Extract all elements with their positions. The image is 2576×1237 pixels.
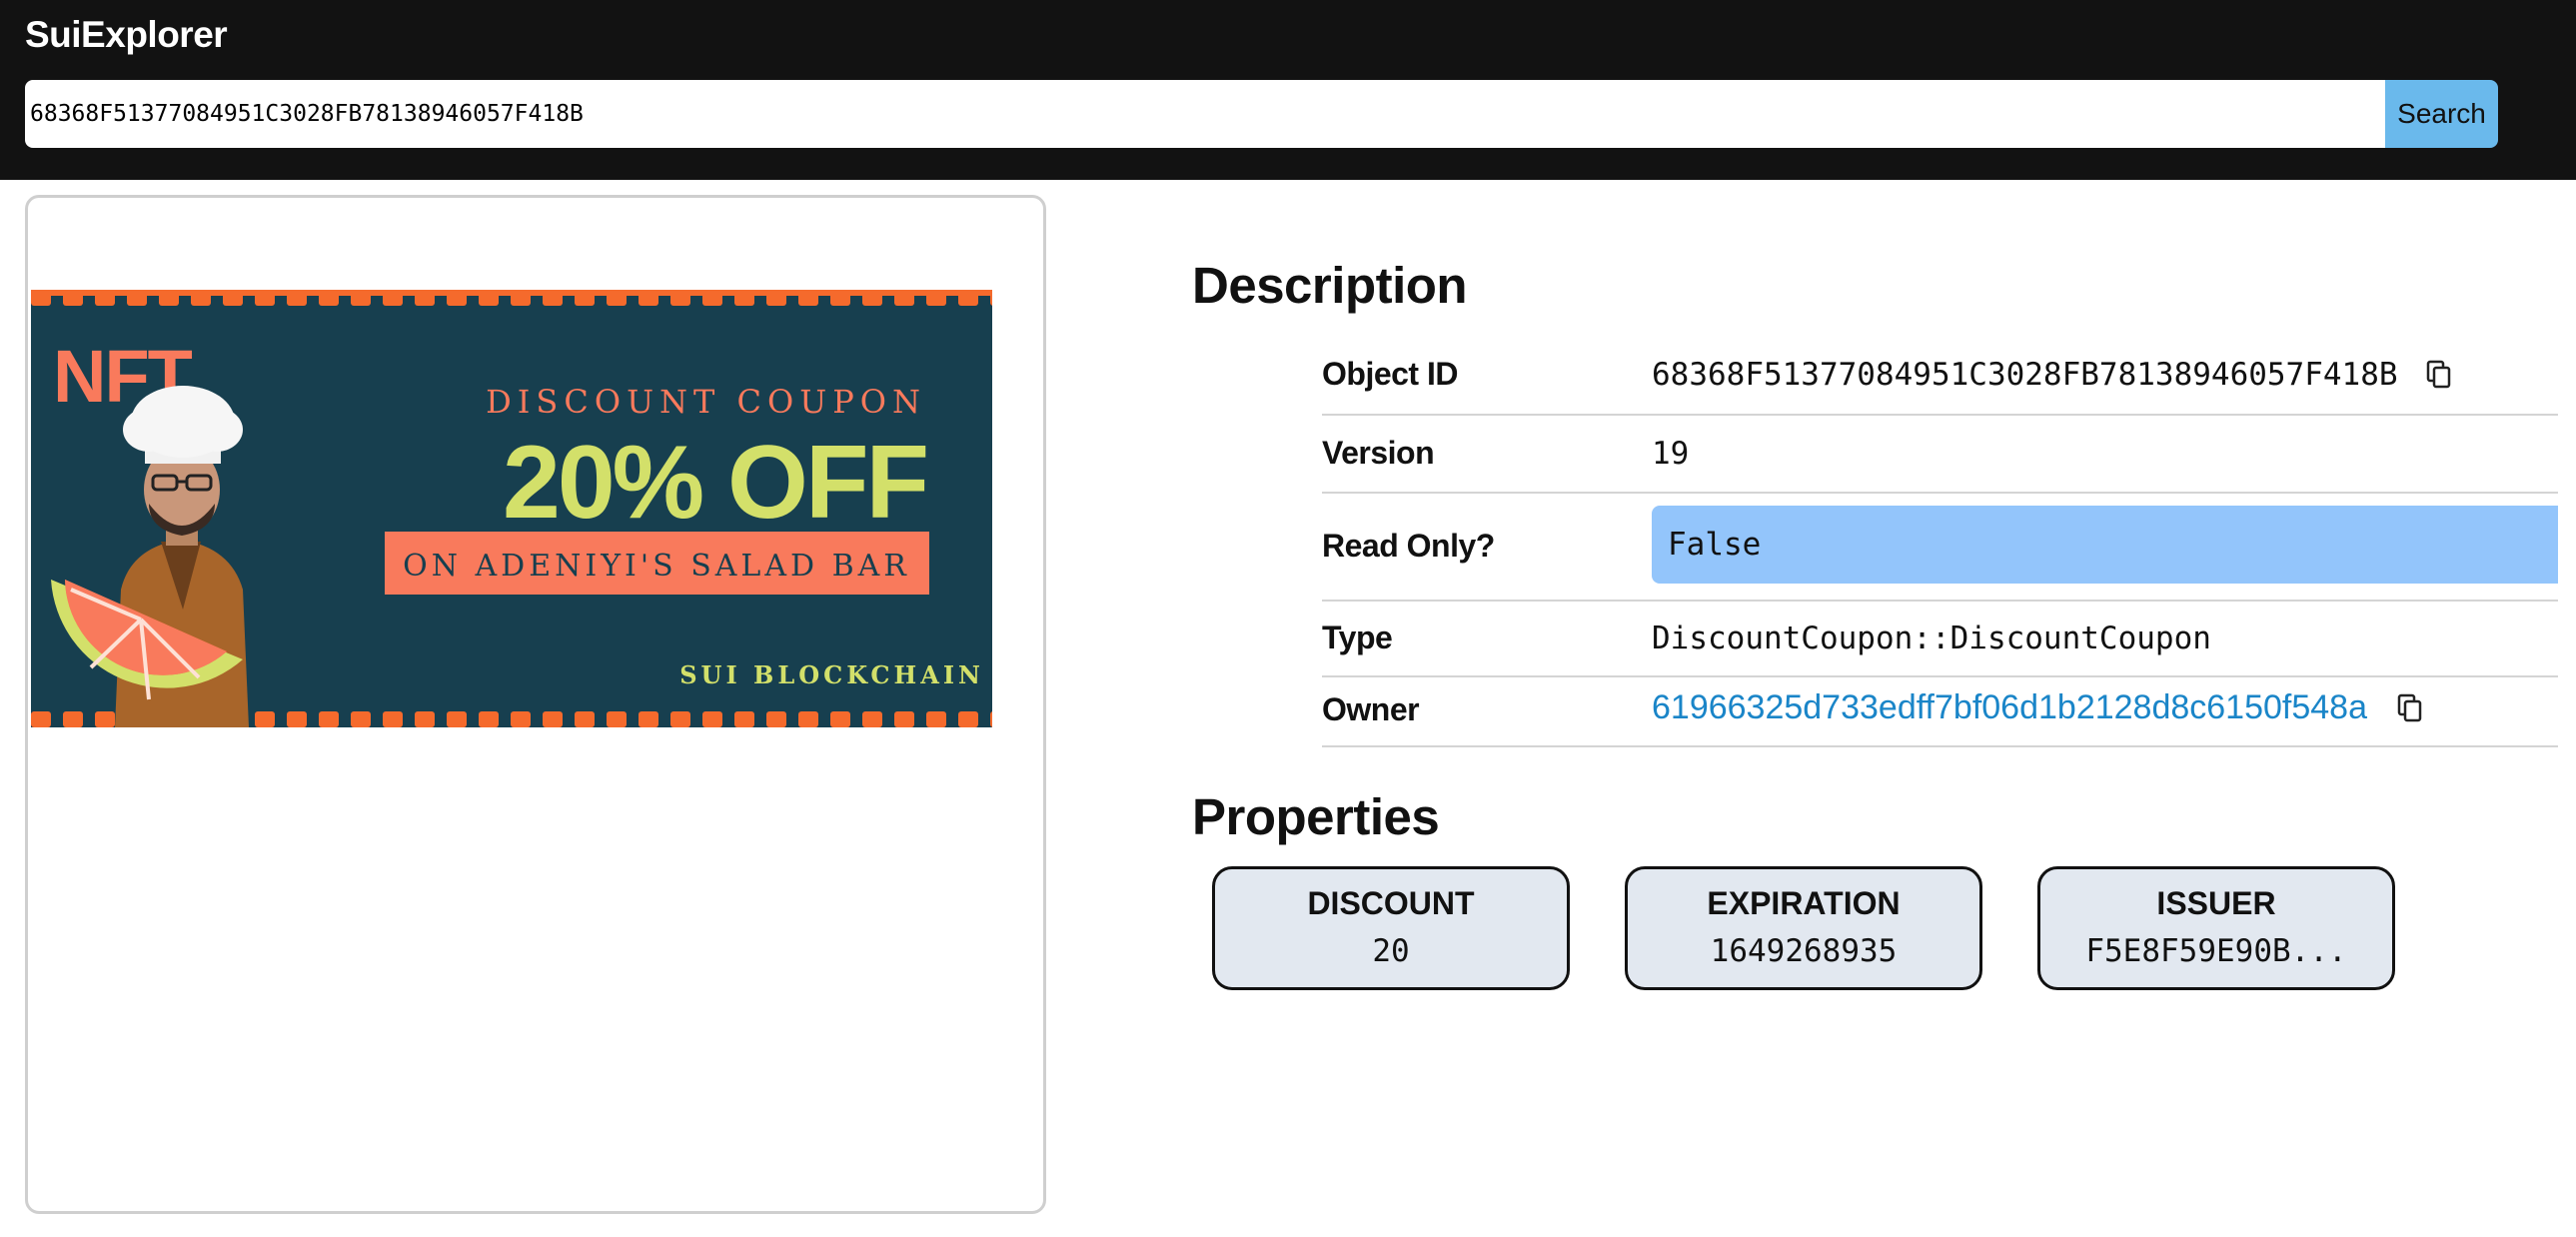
owner-link[interactable]: 61966325d733edff7bf06d1b2128d8c6150f548a [1652,688,2367,727]
type-label: Type [1322,619,1393,655]
coupon-dashes-top [31,290,992,306]
row-owner: Owner 61966325d733edff7bf06d1b2128d8c615… [1322,675,2558,747]
property-key: ISSUER [2156,885,2276,921]
row-read-only: Read Only? False [1322,492,2558,602]
search-input[interactable] [25,80,2385,148]
coupon-footer: SUI BLOCKCHAIN [679,660,984,689]
description-title: Description [1192,257,1468,314]
search-bar: Search [25,80,2498,148]
nft-coupon-image: NFT DISCOUNT COUPON 20% OFF ON ADENIYI'S… [31,290,992,727]
copy-icon[interactable] [2426,360,2452,390]
property-value: 1649268935 [1710,933,1898,969]
read-only-value-box: False [1652,506,2558,584]
property-card-discount: DISCOUNT 20 [1212,866,1570,990]
version-label: Version [1322,435,1435,471]
coupon-subtitle: ON ADENIYI'S SALAD BAR [403,549,910,584]
read-only-value: False [1668,527,1762,563]
type-value: DiscountCoupon::DiscountCoupon [1652,620,2211,656]
property-value: 20 [1372,933,1410,969]
row-type: Type DiscountCoupon::DiscountCoupon [1322,600,2558,677]
owner-label: Owner [1322,691,1420,727]
coupon-heading: DISCOUNT COUPON [486,383,926,421]
properties-title: Properties [1192,788,1440,845]
object-id-value: 68368F51377084951C3028FB78138946057F418B [1652,357,2398,393]
top-bar: SuiExplorer Search [0,0,2576,180]
row-version: Version 19 [1322,414,2558,494]
app-title[interactable]: SuiExplorer [25,14,228,56]
property-value: F5E8F59E90B... [2085,933,2347,969]
property-card-issuer[interactable]: ISSUER F5E8F59E90B... [2037,866,2395,990]
read-only-label: Read Only? [1322,528,1495,564]
property-key: EXPIRATION [1707,885,1901,921]
coupon-offer: 20% OFF [503,425,926,541]
search-button[interactable]: Search [2385,80,2498,148]
object-id-label: Object ID [1322,356,1458,392]
copy-icon[interactable] [2397,693,2423,723]
property-card-expiration: EXPIRATION 1649268935 [1625,866,1982,990]
row-object-id: Object ID 68368F51377084951C3028FB781389… [1322,340,2558,416]
version-value: 19 [1652,436,1690,472]
property-key: DISCOUNT [1307,885,1475,921]
